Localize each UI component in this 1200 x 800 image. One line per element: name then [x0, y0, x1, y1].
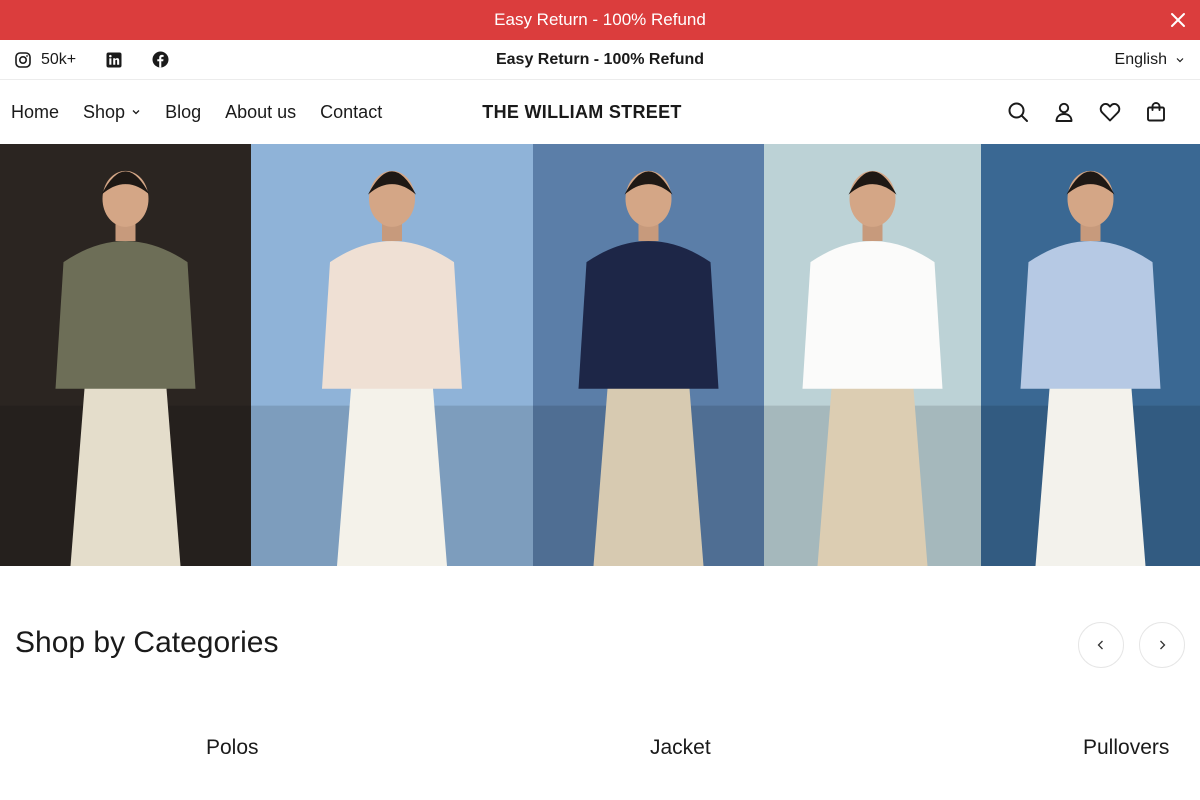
account-icon[interactable] [1052, 100, 1076, 124]
man-olive-shirt-illustration [0, 144, 251, 566]
categories-list: Polos Jacket Pullovers [0, 724, 1200, 800]
instagram-follower-count: 50k+ [41, 50, 77, 68]
announcement-bar: Easy Return - 100% Refund [0, 0, 1200, 40]
hero-photo-olive-shirt[interactable] [0, 144, 251, 566]
main-navigation: Home Shop Blog About us Contact THE WILL… [0, 80, 1200, 144]
linkedin-link[interactable] [106, 52, 122, 68]
language-label: English [1114, 50, 1167, 68]
man-blue-shirt-illustration [981, 144, 1200, 566]
carousel-next-button[interactable] [1139, 622, 1185, 668]
hero-photo-navy-shirt[interactable] [533, 144, 764, 566]
hero-photo-pink-shirt[interactable] [251, 144, 533, 566]
topbar-message: Easy Return - 100% Refund [495, 50, 705, 68]
man-white-shirt-illustration [764, 144, 981, 566]
instagram-link[interactable]: 50k+ [15, 51, 76, 69]
hero-photo-white-shirt[interactable] [764, 144, 981, 566]
chevron-right-icon [1160, 640, 1166, 650]
hero-photo-blue-shirt[interactable] [981, 144, 1200, 566]
category-pullovers[interactable]: Pullovers [1083, 736, 1169, 760]
cart-icon[interactable] [1144, 100, 1168, 124]
social-links: 50k+ [15, 40, 169, 79]
categories-header: Shop by Categories [0, 566, 1200, 724]
facebook-link[interactable] [152, 51, 169, 68]
chevron-left-icon [1097, 640, 1103, 650]
man-navy-shirt-illustration [533, 144, 764, 566]
search-icon[interactable] [1006, 100, 1030, 124]
categories-title: Shop by Categories [15, 626, 279, 659]
linkedin-icon [106, 52, 122, 67]
instagram-icon [15, 51, 31, 68]
carousel-prev-button[interactable] [1078, 622, 1124, 668]
announcement-text: Easy Return - 100% Refund [494, 10, 706, 29]
category-polos[interactable]: Polos [206, 736, 259, 760]
close-icon[interactable] [1168, 10, 1188, 30]
man-pink-shirt-illustration [251, 144, 533, 566]
language-selector[interactable]: English [1115, 40, 1185, 79]
wishlist-icon[interactable] [1098, 100, 1122, 124]
top-bar: 50k+ Easy Return - 100% Refund English [0, 40, 1200, 80]
chevron-down-icon [1176, 57, 1184, 62]
category-jacket[interactable]: Jacket [650, 736, 711, 760]
facebook-icon [152, 51, 169, 68]
hero-gallery [0, 144, 1200, 566]
header-actions [1006, 80, 1168, 144]
